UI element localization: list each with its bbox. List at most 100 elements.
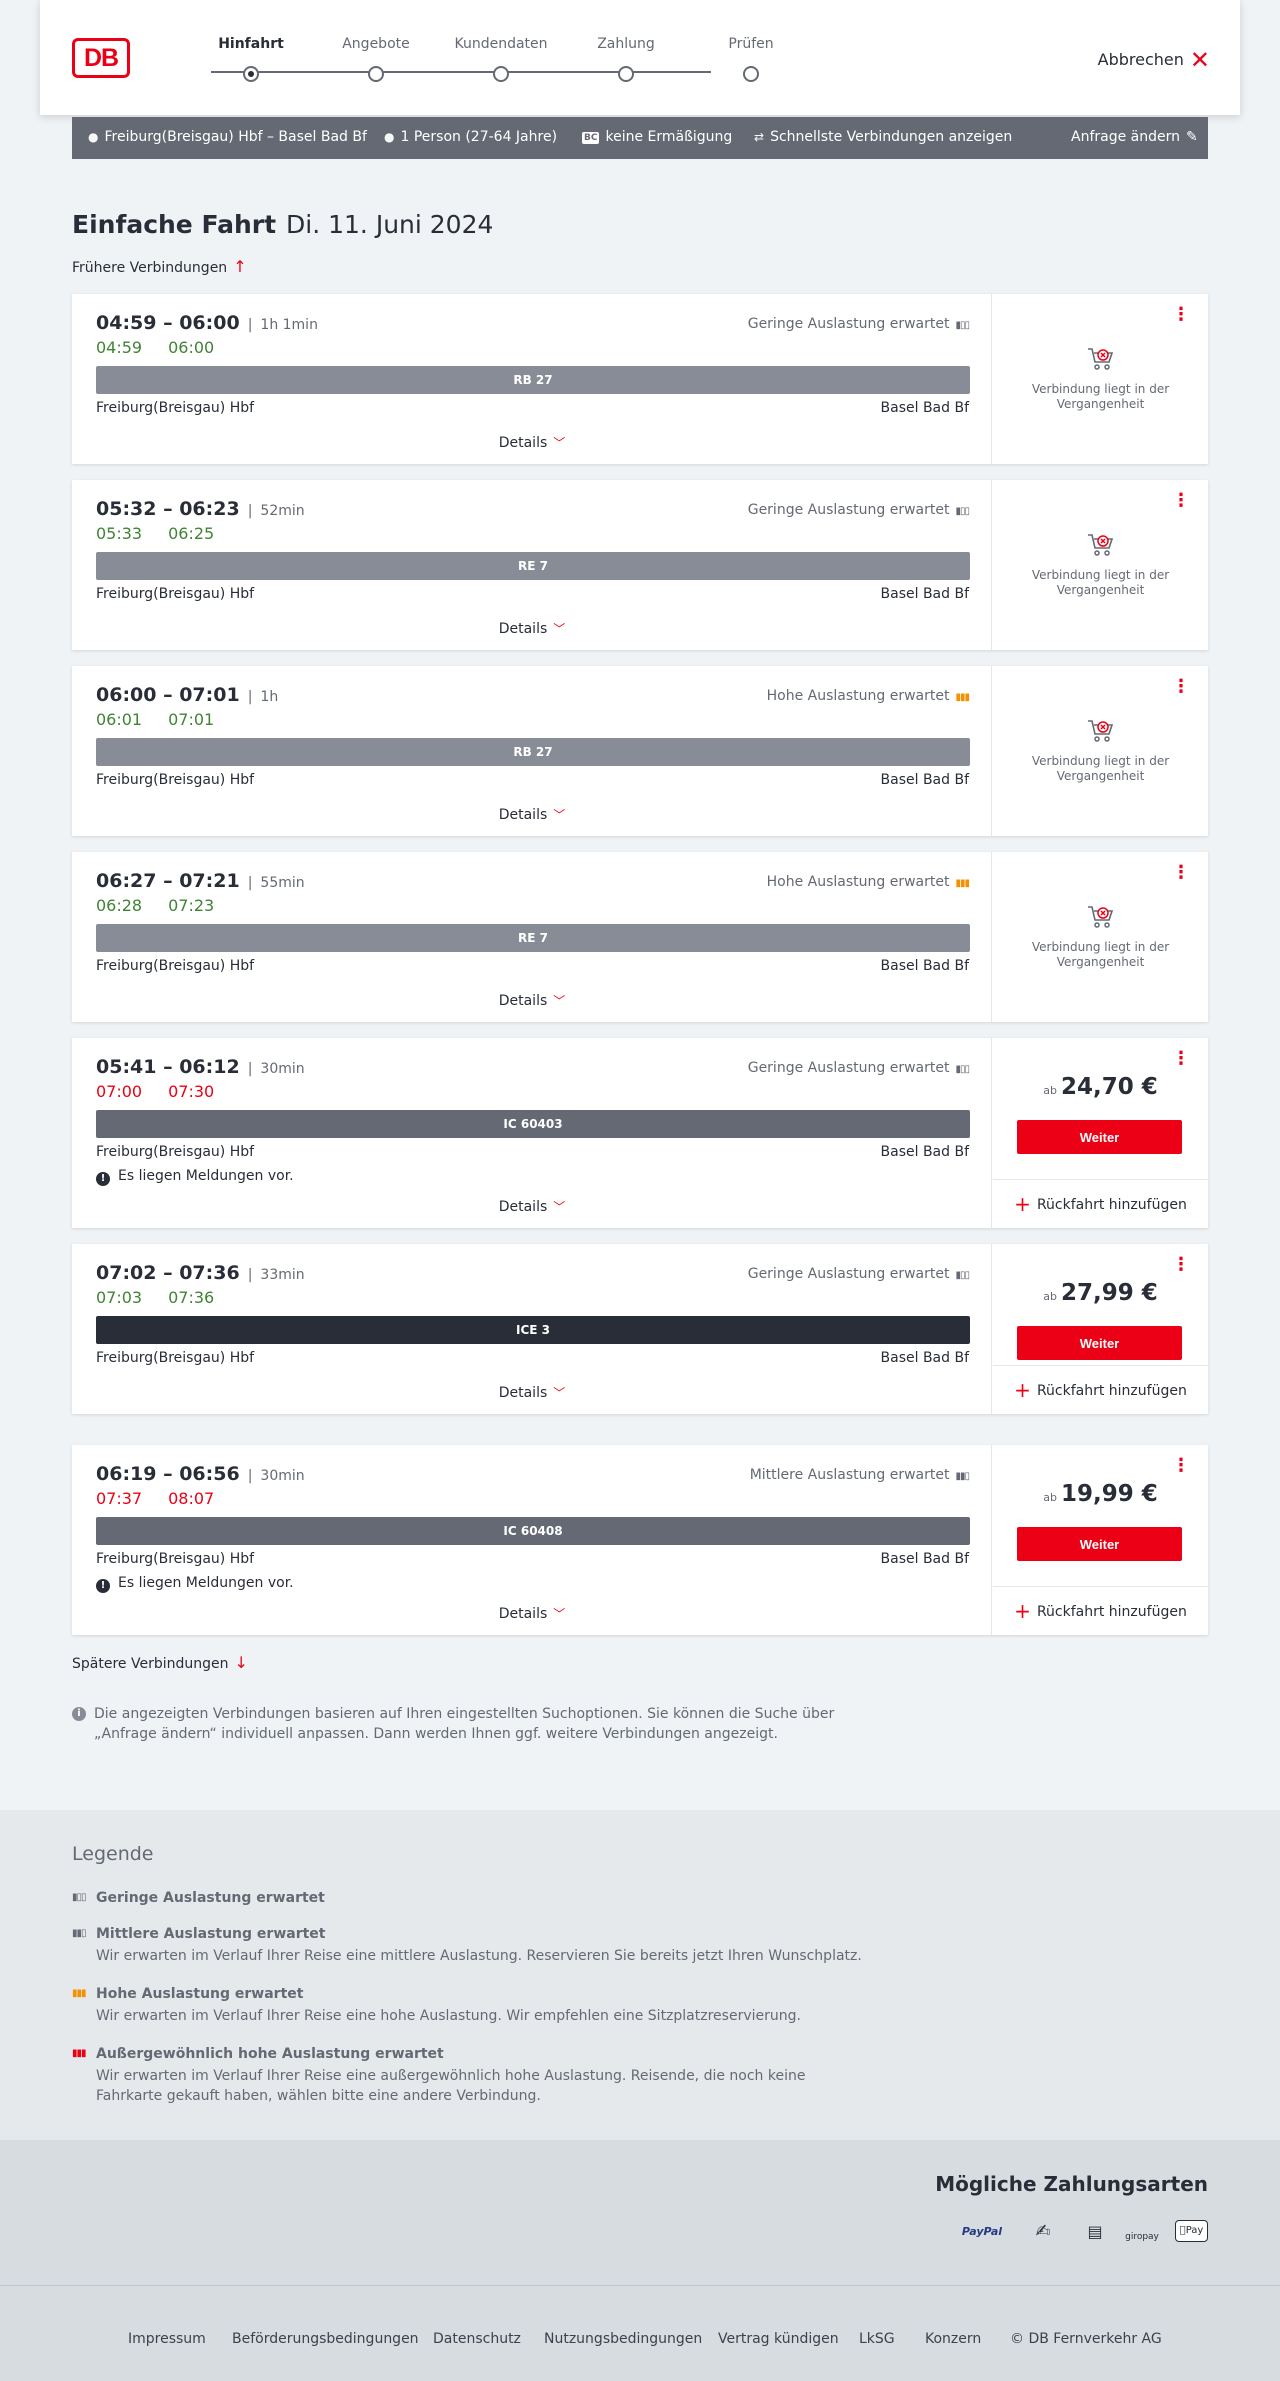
price-value: 24,70 €	[1060, 1074, 1158, 1100]
train-bar[interactable]: RB 27	[96, 366, 970, 394]
bahncard-icon: BC	[582, 132, 600, 144]
realtime-times: 05:33 06:25	[96, 524, 240, 543]
disruption-message[interactable]: ! Es liegen Meldungen vor.	[96, 1575, 294, 1593]
step-dot	[743, 66, 759, 82]
train-bar[interactable]: RE 7	[96, 924, 970, 952]
arrival-station: Basel Bad Bf	[880, 586, 969, 602]
chevron-down-icon: ﹀	[553, 436, 566, 450]
add-return-trip-button[interactable]: + Rückfahrt hinzufügen	[993, 1179, 1208, 1227]
footer-link-konzern[interactable]: Konzern	[925, 2331, 981, 2347]
later-connections-link[interactable]: Spätere Verbindungen ↓	[72, 1653, 248, 1672]
separator: |	[247, 503, 253, 519]
footer-link-lksg[interactable]: LkSG	[859, 2331, 895, 2347]
db-logo[interactable]: DB	[72, 38, 130, 78]
price: ab 27,99 €	[993, 1280, 1208, 1306]
passenger-text: 1 Person (27-64 Jahre)	[400, 129, 558, 145]
offer-panel: ⋮ ab 24,70 € Weiter + Rückfahrt hinzufügen	[993, 1038, 1208, 1228]
trip-type: Einfache Fahrt	[72, 210, 277, 239]
legend-item-title: Hohe Auslastung erwartet	[96, 1986, 304, 2002]
earlier-connections-link[interactable]: Frühere Verbindungen ↑	[72, 257, 247, 276]
occupancy-high-icon: ▮▮▮	[72, 1988, 86, 1999]
more-options-icon[interactable]: ⋮	[1172, 492, 1190, 510]
occupancy-indicator: Mittlere Auslastung erwartet ▮▮▯	[750, 1467, 970, 1483]
duration: 1h	[260, 689, 279, 705]
step-angebote[interactable]: Angebote	[316, 34, 436, 82]
more-options-icon[interactable]: ⋮	[1172, 1256, 1190, 1274]
legend-section: Legende ▮▯▯ Geringe Auslastung erwartet ▮…	[0, 1810, 1280, 2140]
info-note: i Die angezeigten Verbindungen basieren a…	[72, 1704, 852, 1744]
return-label: Rückfahrt hinzufügen	[1036, 1197, 1187, 1213]
occupancy-low-icon: ▮▯▯	[955, 320, 969, 331]
footer: Impressum Beförderungsbedingungen Datens…	[0, 2285, 1280, 2381]
cancel-button[interactable]: Abbrechen ✕	[1098, 46, 1210, 74]
details-toggle[interactable]: Details ﹀	[72, 620, 992, 637]
footer-link-impressum[interactable]: Impressum	[128, 2331, 206, 2347]
details-toggle[interactable]: Details ﹀	[72, 992, 992, 1009]
cart-unavailable-icon	[1087, 906, 1113, 928]
add-return-trip-button[interactable]: + Rückfahrt hinzufügen	[993, 1365, 1208, 1413]
occupancy-low-icon: ▮▯▯	[72, 1892, 86, 1903]
step-pruefen[interactable]: Prüfen	[691, 34, 811, 82]
more-options-icon[interactable]: ⋮	[1172, 1050, 1190, 1068]
occupancy-indicator: Geringe Auslastung erwartet ▮▯▯	[748, 1060, 970, 1076]
occupancy-indicator: Hohe Auslastung erwartet ▮▮▮	[767, 688, 970, 704]
more-options-icon[interactable]: ⋮	[1172, 678, 1190, 696]
occupancy-label: Geringe Auslastung erwartet	[747, 316, 950, 332]
details-toggle[interactable]: Details ﹀	[72, 434, 992, 451]
train-bar[interactable]: IC 60403	[96, 1110, 970, 1138]
arrival-station: Basel Bad Bf	[880, 1350, 969, 1366]
change-search-button[interactable]: Anfrage ändern ✎	[1071, 129, 1198, 145]
route-summary: ● Freiburg(Breisgau) Hbf – Basel Bad Bf	[88, 129, 367, 145]
more-options-icon[interactable]: ⋮	[1172, 306, 1190, 324]
step-hinfahrt[interactable]: Hinfahrt	[191, 34, 311, 82]
legend-item-desc: Wir erwarten im Verlauf Ihrer Reise eine…	[96, 2008, 801, 2024]
footer-link-nutzungsbedingungen[interactable]: Nutzungsbedingungen	[544, 2331, 702, 2347]
offer-panel: ⋮ Verbindung liegt in der Vergangenheit	[993, 666, 1208, 836]
more-options-icon[interactable]: ⋮	[1172, 864, 1190, 882]
separator: |	[247, 1468, 253, 1484]
scheduled-times: 05:32 – 06:23	[96, 498, 240, 520]
step-kundendaten[interactable]: Kundendaten	[441, 34, 561, 82]
train-bar[interactable]: RE 7	[96, 552, 970, 580]
realtime-arrival: 08:07	[168, 1489, 215, 1508]
apple-pay-label: Pay	[1182, 2225, 1204, 2236]
arrival-station: Basel Bad Bf	[880, 1551, 969, 1567]
continue-button[interactable]: Weiter	[1017, 1120, 1182, 1154]
more-options-icon[interactable]: ⋮	[1172, 1457, 1190, 1475]
details-toggle[interactable]: Details ﹀	[72, 1384, 992, 1401]
connection-info: 06:19 – 06:56 | 30min 07:37 08:07 Mittlere Au…	[72, 1445, 992, 1635]
realtime-times: 07:00 07:30	[96, 1082, 240, 1101]
price-prefix: ab	[1043, 1084, 1057, 1097]
continue-button[interactable]: Weiter	[1017, 1527, 1182, 1561]
connection-times: 06:27 – 07:21 | 55min	[96, 870, 305, 892]
realtime-times: 06:28 07:23	[96, 896, 240, 915]
chevron-down-icon: ﹀	[553, 1607, 566, 1621]
occupancy-label: Hohe Auslastung erwartet	[766, 874, 950, 890]
price-value: 27,99 €	[1060, 1280, 1158, 1306]
price: ab 24,70 €	[993, 1074, 1208, 1100]
continue-button[interactable]: Weiter	[1017, 1326, 1182, 1360]
chevron-down-icon: ﹀	[553, 1200, 566, 1214]
mode-summary: ⇄ Schnellste Verbindungen anzeigen	[754, 129, 1012, 145]
footer-link-datenschutz[interactable]: Datenschutz	[433, 2331, 521, 2347]
realtime-arrival: 07:30	[168, 1082, 215, 1101]
details-toggle[interactable]: Details ﹀	[72, 1198, 992, 1215]
train-bar[interactable]: IC 60408	[96, 1517, 970, 1545]
legend-item-extreme: ▮▮▮ Außergewöhnlich hohe Auslastung erwar…	[72, 2046, 872, 2106]
realtime-departure: 05:33	[96, 524, 143, 543]
footer-link-befoerderungsbedingungen[interactable]: Beförderungsbedingungen	[232, 2331, 419, 2347]
footer-link-vertrag-kuendigen[interactable]: Vertrag kündigen	[718, 2331, 839, 2347]
past-text: Verbindung liegt in der Vergangenheit	[1031, 382, 1170, 411]
search-summary-bar: ● Freiburg(Breisgau) Hbf – Basel Bad Bf ●…	[72, 117, 1208, 159]
details-toggle[interactable]: Details ﹀	[72, 1605, 992, 1622]
details-toggle[interactable]: Details ﹀	[72, 806, 992, 823]
occupancy-indicator: Geringe Auslastung erwartet ▮▯▯	[747, 316, 970, 332]
step-zahlung[interactable]: Zahlung	[566, 34, 686, 82]
disruption-message[interactable]: ! Es liegen Meldungen vor.	[96, 1168, 294, 1186]
train-bar[interactable]: RB 27	[96, 738, 970, 766]
connection-info: 06:00 – 07:01 | 1h 06:01 07:01 Hohe Auslastun…	[72, 666, 992, 836]
scheduled-times: 06:19 – 06:56	[96, 1463, 240, 1485]
price-value: 19,99 €	[1060, 1481, 1158, 1507]
add-return-trip-button[interactable]: + Rückfahrt hinzufügen	[993, 1586, 1208, 1634]
train-bar[interactable]: ICE 3	[96, 1316, 970, 1344]
